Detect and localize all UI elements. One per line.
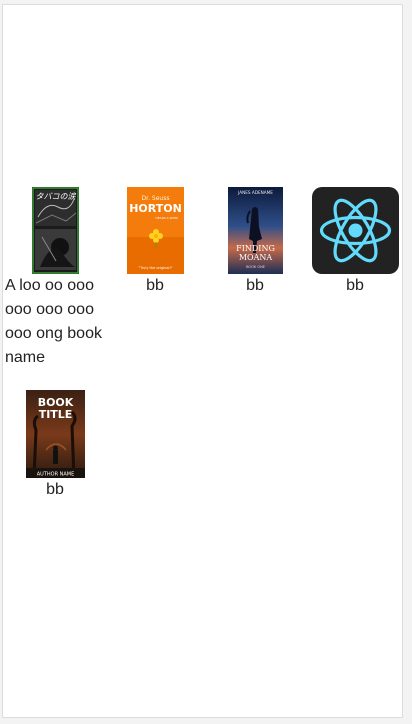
horton-cover-image: Dr. Seuss HORTON HEARS A WHO! "Truly the… <box>126 187 184 274</box>
book-title-cover-image: BOOK TITLE AUTHOR NAME <box>25 390 85 478</box>
book-name: bb <box>246 277 264 294</box>
svg-text:BOOK ONE: BOOK ONE <box>246 265 265 269</box>
book-name: bb <box>46 481 64 498</box>
book-card[interactable]: JANES ADENAME FINDING MOANA BOOK ONE bb <box>205 187 305 298</box>
moana-cover-image: JANES ADENAME FINDING MOANA BOOK ONE <box>227 187 283 274</box>
svg-text:TITLE: TITLE <box>38 408 72 421</box>
svg-text:MOANA: MOANA <box>238 253 272 262</box>
book-card[interactable]: Dr. Seuss HORTON HEARS A WHO! "Truly the… <box>105 187 205 298</box>
book-card[interactable]: BOOK TITLE AUTHOR NAME bb <box>5 390 105 502</box>
svg-text:Dr. Seuss: Dr. Seuss <box>141 195 169 202</box>
book-grid: タバコの涙 A loo oo ooo ooo ooo ooo ooo ong b… <box>5 187 405 502</box>
manga-cover-title: タバコの涙 <box>35 192 76 201</box>
moana-cover-author: JANES ADENAME <box>237 190 273 195</box>
manga-cover-image: タバコの涙 <box>31 187 79 274</box>
book-name: bb <box>346 277 364 294</box>
svg-text:HEARS A WHO!: HEARS A WHO! <box>155 216 178 220</box>
react-logo-icon <box>311 187 399 274</box>
book-card[interactable]: タバコの涙 A loo oo ooo ooo ooo ooo ooo ong b… <box>5 187 105 370</box>
app-frame: タバコの涙 A loo oo ooo ooo ooo ooo ooo ong b… <box>2 4 403 718</box>
svg-text:"Truly the original!": "Truly the original!" <box>138 266 172 270</box>
svg-text:HORTON: HORTON <box>129 202 182 215</box>
book-name: bb <box>146 277 164 294</box>
svg-text:FINDING: FINDING <box>236 244 275 253</box>
book-card[interactable]: bb <box>305 187 405 298</box>
book-title-cover-author: AUTHOR NAME <box>36 472 74 478</box>
book-name: A loo oo ooo ooo ooo ooo ooo ong book na… <box>5 277 102 366</box>
